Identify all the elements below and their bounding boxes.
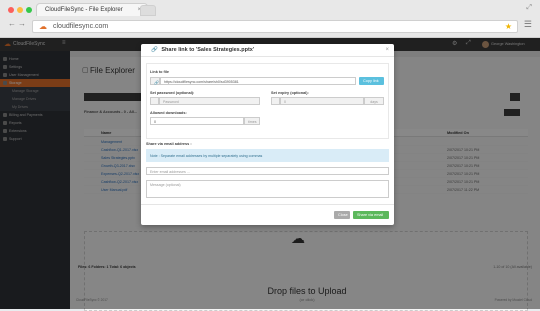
maximize-window-icon[interactable]	[26, 7, 32, 13]
browser-tab[interactable]: CloudFileSync - File Explorer ×	[36, 3, 148, 16]
new-tab-button[interactable]	[140, 5, 156, 16]
email-section-label: Share via email address :	[146, 142, 192, 146]
email-field[interactable]: Enter email addresses ...	[146, 167, 389, 175]
link-field[interactable]: https://cloudfilesync.com/share/sh0/sd39…	[160, 77, 356, 85]
expiry-checkbox[interactable]	[271, 97, 280, 105]
email-note: Note : Separate email addresses by multi…	[146, 149, 389, 162]
expiry-label: Set expiry (optional):	[271, 91, 309, 95]
tab-title: CloudFileSync - File Explorer	[45, 7, 123, 13]
expiry-unit: days	[364, 97, 384, 105]
link-icon-addon: 🔗	[150, 77, 160, 85]
message-field[interactable]: Message (optional)	[146, 180, 389, 198]
fullscreen-icon[interactable]: ⤢	[526, 4, 532, 12]
password-checkbox[interactable]	[150, 97, 159, 105]
copy-link-button[interactable]: Copy link	[359, 77, 384, 85]
modal-footer-divider	[141, 204, 394, 205]
close-window-icon[interactable]	[8, 7, 14, 13]
share-email-button[interactable]: Share via email	[353, 211, 389, 219]
close-button[interactable]: Close	[334, 211, 350, 219]
expiry-field[interactable]: 0	[280, 97, 364, 105]
browser-menu-icon[interactable]: ☰	[524, 19, 532, 30]
password-field[interactable]: Password	[159, 97, 260, 105]
link-label: Link to file	[150, 70, 169, 74]
downloads-field[interactable]: 0	[150, 117, 244, 125]
url-text: cloudfilesync.com	[53, 23, 109, 30]
share-link-modal: 🔗 Share link to 'Sales Strategies.pptx' …	[141, 44, 394, 225]
cloud-favicon-icon: ☁	[39, 22, 47, 31]
modal-close-icon[interactable]: ×	[385, 47, 389, 53]
modal-header: 🔗 Share link to 'Sales Strategies.pptx' …	[141, 44, 394, 57]
minimize-window-icon[interactable]	[17, 7, 23, 13]
link-icon: 🔗	[151, 47, 158, 53]
downloads-unit: times	[244, 117, 260, 125]
password-label: Set password (optional):	[150, 91, 195, 95]
forward-icon[interactable]: →	[18, 19, 26, 28]
back-icon[interactable]: ←	[8, 19, 16, 28]
downloads-label: Allowed downloads:	[150, 111, 187, 115]
browser-chrome: CloudFileSync - File Explorer × ⤢ ← → ☁ …	[0, 0, 540, 38]
address-bar[interactable]: ☁ cloudfilesync.com ★	[32, 20, 518, 33]
modal-title: Share link to 'Sales Strategies.pptx'	[161, 47, 255, 53]
bookmark-star-icon[interactable]: ★	[505, 22, 512, 31]
